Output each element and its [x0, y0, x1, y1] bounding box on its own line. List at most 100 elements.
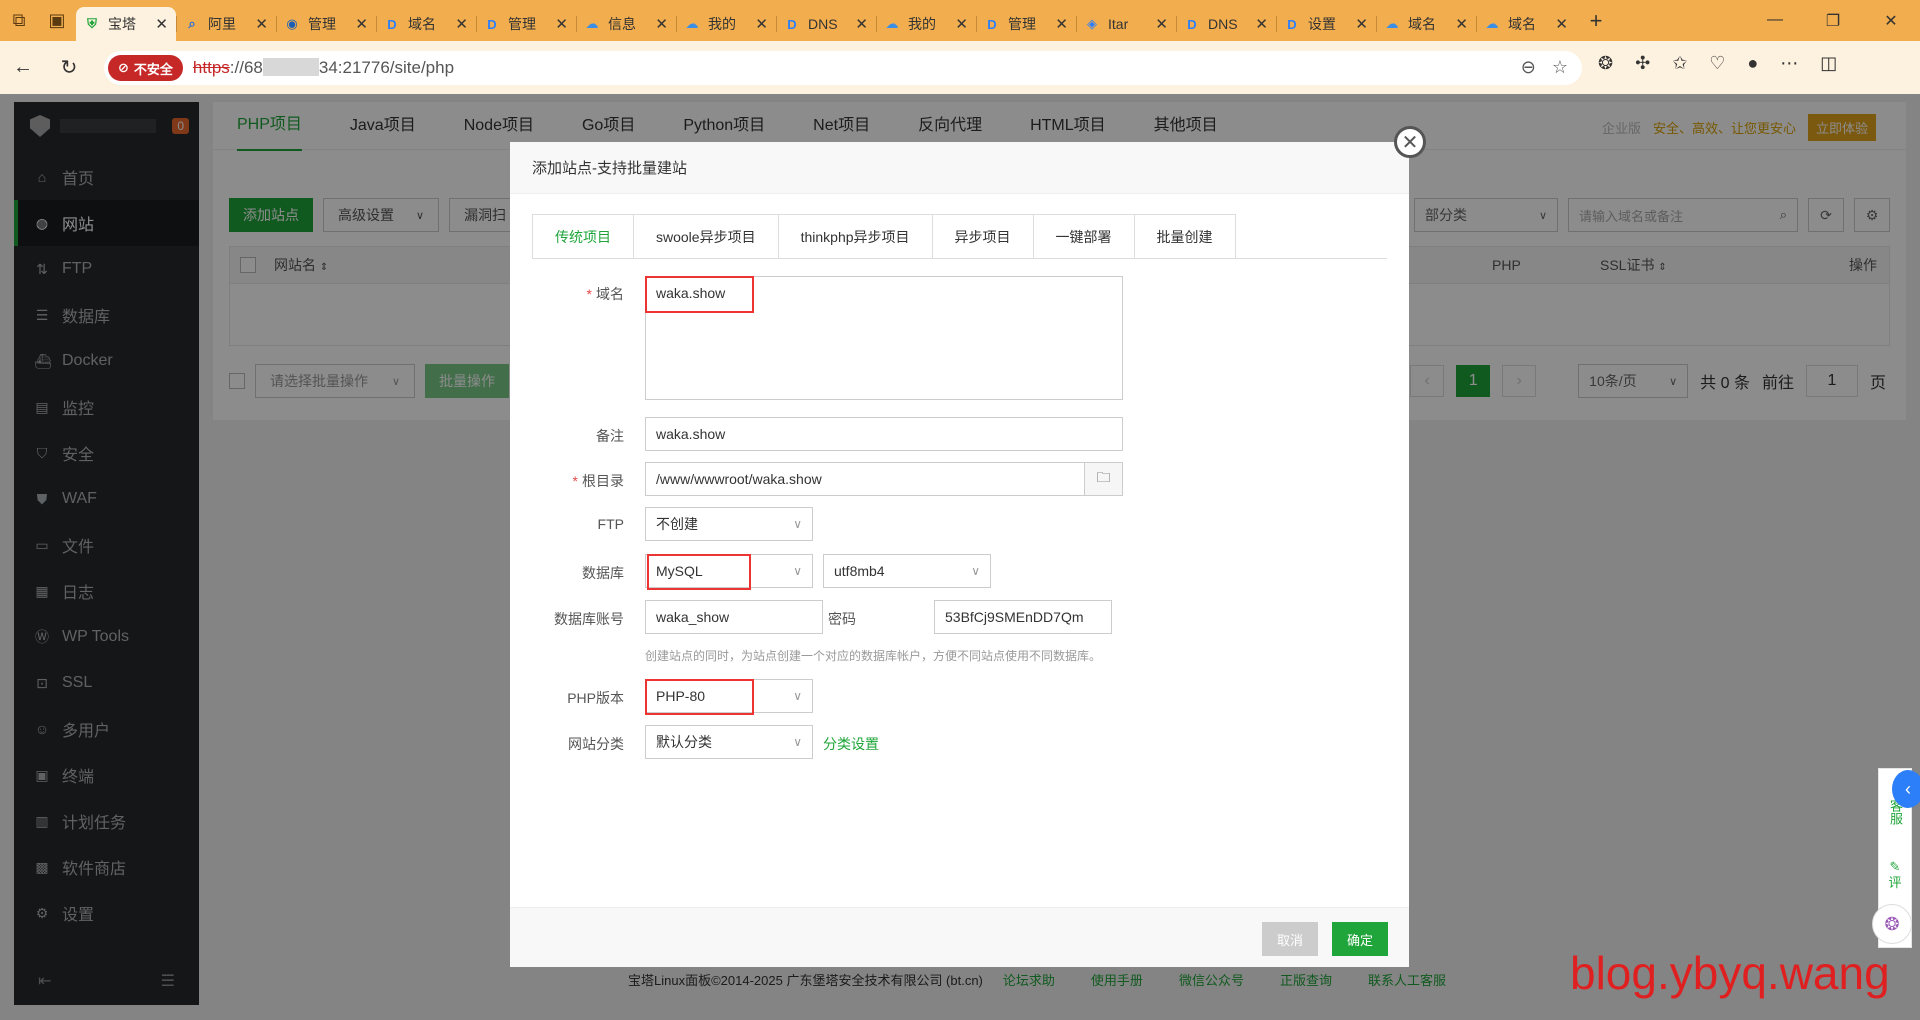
close-window-icon[interactable]: ✕	[1862, 11, 1920, 31]
watermark: blog.ybyq.wang	[1570, 947, 1890, 999]
close-tab-icon[interactable]: ✕	[955, 15, 968, 33]
dialog-tab[interactable]: 一键部署	[1032, 214, 1134, 258]
tab-actions-icon[interactable]: ▣	[38, 0, 76, 41]
browser-tab[interactable]: ☁ 我的 ✕	[876, 7, 976, 41]
review-button[interactable]: 评	[1879, 875, 1911, 891]
category-settings-link[interactable]: 分类设置	[823, 734, 879, 754]
browser-tab[interactable]: D 设置 ✕	[1276, 7, 1376, 41]
remark-input[interactable]: waka.show	[645, 417, 1123, 451]
close-tab-icon[interactable]: ✕	[355, 15, 368, 33]
url-box[interactable]: ⊘ 不安全 https://68 34:21776/site/php ⊖ ☆	[104, 51, 1582, 85]
redacted-ip	[262, 58, 319, 76]
browser-tab[interactable]: ◈ Itar ✕	[1076, 7, 1176, 41]
d-logo-icon: D	[787, 16, 797, 32]
tab-label: DNS	[1208, 16, 1238, 32]
root-dir-label: * 根目录	[572, 473, 624, 489]
tab-list: ⛨ 宝塔 ✕ ⌕ 阿里 ✕ ◉ 管理 ✕ D 域名 ✕ D 管理 ✕ ☁ 信息 ✕ ☁ 我的 ✕ D DNS ✕ ☁ 我的 ✕ D 管理…	[76, 0, 1576, 41]
close-tab-icon[interactable]: ✕	[655, 15, 668, 33]
browser-tab[interactable]: ☁ 信息 ✕	[576, 7, 676, 41]
close-tab-icon[interactable]: ✕	[1455, 15, 1468, 33]
zoom-icon[interactable]: ⊖	[1521, 57, 1536, 78]
workspaces-icon[interactable]: ⧉	[0, 0, 38, 41]
tab-label: 管理	[508, 16, 536, 32]
root-dir-input[interactable]: /www/wwwroot/waka.show	[645, 462, 1085, 496]
cloud-icon: ☁	[585, 16, 599, 31]
favorite-star-icon[interactable]: ☆	[1552, 57, 1568, 78]
close-tab-icon[interactable]: ✕	[1355, 15, 1368, 33]
password-label: 密码	[828, 611, 856, 627]
add-site-dialog: 添加站点-支持批量建站 传统项目 swoole异步项目 thinkphp异步项目 异步…	[510, 142, 1409, 967]
browser-tab[interactable]: ⛨ 宝塔 ✕	[76, 7, 176, 41]
close-tab-icon[interactable]: ✕	[255, 15, 268, 33]
dialog-tabs: 传统项目 swoole异步项目 thinkphp异步项目 异步项目 一键部署 批量创建	[532, 214, 1387, 259]
edit-icon[interactable]: ✎	[1879, 859, 1911, 875]
not-secure-badge[interactable]: ⊘ 不安全	[108, 55, 183, 81]
new-tab-button[interactable]: +	[1576, 8, 1616, 34]
url-text: https://68 34:21776/site/php	[192, 58, 455, 77]
db-user-label: 数据库账号	[554, 611, 624, 627]
dialog-tab[interactable]: swoole异步项目	[633, 214, 778, 258]
health-icon[interactable]: ♡	[1709, 53, 1725, 74]
charset-select[interactable]: utf8mb4 ∨	[823, 554, 991, 588]
highlight-box	[645, 276, 754, 313]
browser-tab[interactable]: ☁ 域名 ✕	[1476, 7, 1576, 41]
collapse-float-icon[interactable]: ‹	[1892, 770, 1920, 808]
minimize-icon[interactable]: —	[1746, 11, 1804, 31]
window-controls: — ❐ ✕	[1746, 11, 1920, 31]
extensions-icon[interactable]: ✣	[1635, 53, 1650, 74]
close-tab-icon[interactable]: ✕	[455, 15, 468, 33]
chevron-down-icon: ∨	[793, 564, 802, 578]
site-category-select[interactable]: 默认分类 ∨	[645, 725, 813, 759]
cloud-icon: ☁	[1485, 16, 1499, 31]
tab-label: DNS	[808, 16, 838, 32]
d-logo-icon: D	[1287, 16, 1297, 32]
database-hint: 创建站点的同时，为站点创建一个对应的数据库帐户，方便不同站点使用不同数据库。	[645, 649, 1102, 663]
close-tab-icon[interactable]: ✕	[855, 15, 868, 33]
browser-tab[interactable]: ☁ 我的 ✕	[676, 7, 776, 41]
dialog-footer: 取消 确定	[510, 907, 1409, 967]
close-tab-icon[interactable]: ✕	[1255, 15, 1268, 33]
chevron-down-icon: ∨	[793, 735, 802, 749]
dialog-tab[interactable]: thinkphp异步项目	[777, 214, 932, 258]
browser-tab[interactable]: ◉ 管理 ✕	[276, 7, 376, 41]
tab-label: 信息	[608, 16, 636, 32]
browser-tab-strip: ⧉ ▣ ⛨ 宝塔 ✕ ⌕ 阿里 ✕ ◉ 管理 ✕ D 域名 ✕ D 管理 ✕ ☁ 信息 ✕ ☁ 我的 ✕ D DNS ✕ ☁ 我的…	[0, 0, 1920, 41]
restore-icon[interactable]: ❐	[1804, 11, 1862, 31]
ftp-select[interactable]: 不创建 ∨	[645, 507, 813, 541]
close-modal-button[interactable]: ✕	[1394, 126, 1426, 158]
domain-label: * 域名	[586, 286, 624, 302]
dialog-tab[interactable]: 批量创建	[1133, 214, 1236, 258]
dialog-tab[interactable]: 异步项目	[931, 214, 1033, 258]
more-icon[interactable]: ⋯	[1780, 53, 1798, 74]
ftp-label: FTP	[597, 516, 624, 532]
bt-shield-icon: ⛨	[87, 16, 97, 31]
close-tab-icon[interactable]: ✕	[755, 15, 768, 33]
back-icon[interactable]: ←	[0, 56, 46, 79]
browser-tab[interactable]: ⌕ 阿里 ✕	[176, 7, 276, 41]
chevron-down-icon: ∨	[793, 689, 802, 703]
close-tab-icon[interactable]: ✕	[1155, 15, 1168, 33]
browser-tab[interactable]: D 管理 ✕	[976, 7, 1076, 41]
reload-icon[interactable]: ↻	[46, 55, 92, 80]
browser-tab[interactable]: D 域名 ✕	[376, 7, 476, 41]
favorites-icon[interactable]: ✩	[1672, 53, 1687, 74]
close-tab-icon[interactable]: ✕	[555, 15, 568, 33]
browser-tab[interactable]: D DNS ✕	[776, 7, 876, 41]
copilot-icon[interactable]: ❂	[1598, 53, 1613, 74]
close-tab-icon[interactable]: ✕	[1055, 15, 1068, 33]
folder-picker-button[interactable]: 🗀	[1084, 462, 1123, 496]
browser-tab[interactable]: D DNS ✕	[1176, 7, 1276, 41]
close-tab-icon[interactable]: ✕	[1555, 15, 1568, 33]
d-logo-icon: D	[1187, 16, 1197, 32]
browser-tab[interactable]: ☁ 域名 ✕	[1376, 7, 1476, 41]
dialog-tab[interactable]: 传统项目	[532, 214, 633, 258]
confirm-button[interactable]: 确定	[1332, 922, 1388, 956]
sidebar-toggle-icon[interactable]: ◫	[1820, 53, 1837, 74]
browser-tab[interactable]: D 管理 ✕	[476, 7, 576, 41]
database-label: 数据库	[582, 565, 624, 581]
profile-avatar[interactable]: ●	[1747, 53, 1758, 74]
cancel-button[interactable]: 取消	[1262, 922, 1318, 956]
close-tab-icon[interactable]: ✕	[155, 15, 168, 33]
password-input[interactable]: 53BfCj9SMEnDD7Qm	[934, 600, 1112, 634]
ai-assistant-icon[interactable]: ❂	[1872, 904, 1912, 944]
